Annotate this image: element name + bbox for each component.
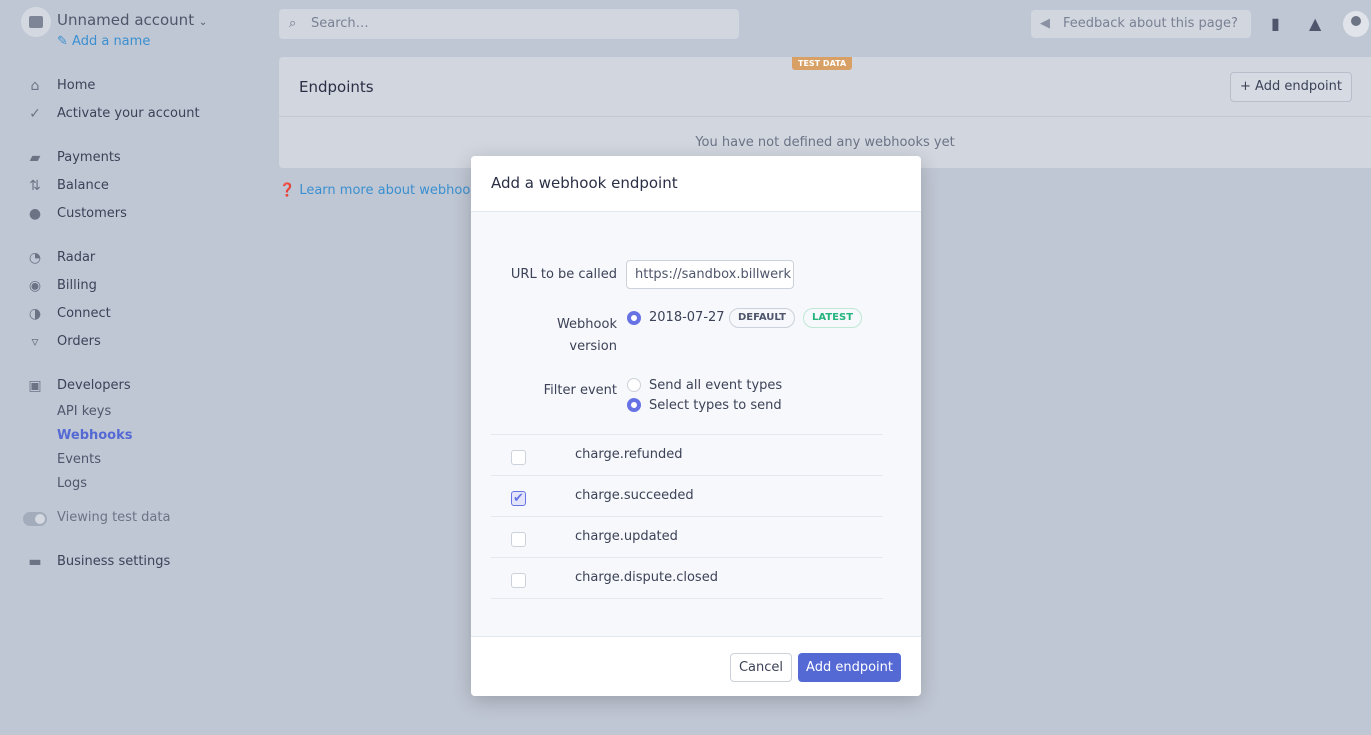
- viewing-test-label: Viewing test data: [57, 510, 171, 525]
- customers-icon: ●: [28, 205, 42, 222]
- version-label: Webhook version: [556, 317, 617, 354]
- modal-footer: Cancel Add endpoint: [471, 636, 921, 696]
- endpoints-panel: Endpoints TEST DATA + Add endpoint You h…: [279, 57, 1371, 168]
- event-row[interactable]: charge.refunded: [491, 435, 883, 476]
- nav-activate[interactable]: ✓ Activate your account: [27, 105, 199, 122]
- nav-billing[interactable]: ◉ Billing: [27, 278, 97, 293]
- nav-connect[interactable]: ◑ Connect: [27, 306, 111, 321]
- balance-icon: ⇅: [29, 177, 41, 194]
- nav-home[interactable]: ⌂ Home: [27, 77, 96, 94]
- divider: [279, 116, 1371, 117]
- version-value: 2018-07-27: [649, 310, 725, 325]
- add-endpoint-button[interactable]: + Add endpoint: [1230, 72, 1352, 102]
- bell-icon[interactable]: ▲: [1309, 14, 1321, 33]
- event-checkbox[interactable]: [511, 573, 526, 588]
- latest-pill: LATEST: [803, 308, 863, 328]
- url-input[interactable]: https://sandbox.billwerk: [626, 260, 794, 289]
- test-data-toggle[interactable]: [23, 512, 47, 526]
- docs-icon[interactable]: ▮: [1271, 14, 1280, 33]
- default-pill: DEFAULT: [729, 308, 795, 328]
- event-checkbox[interactable]: [511, 450, 526, 465]
- nav-api-keys[interactable]: API keys: [57, 404, 111, 419]
- test-data-badge: TEST DATA: [792, 57, 853, 70]
- nav-balance[interactable]: ⇅ Balance: [27, 178, 109, 193]
- plus-icon: +: [1240, 79, 1251, 94]
- megaphone-icon: ◀: [1040, 16, 1050, 31]
- add-name-link[interactable]: ✎ Add a name: [57, 34, 150, 49]
- check-icon: ✓: [29, 105, 41, 122]
- nav-orders[interactable]: ▿ Orders: [27, 333, 100, 350]
- select-types-label[interactable]: Select types to send: [649, 398, 782, 413]
- event-row[interactable]: charge.updated: [491, 517, 883, 558]
- search-input[interactable]: ⌕ Search…: [279, 9, 739, 39]
- select-types-radio[interactable]: [627, 398, 641, 412]
- orders-icon: ▿: [31, 333, 39, 350]
- url-label: URL to be called: [510, 267, 617, 282]
- user-avatar[interactable]: [1343, 11, 1369, 37]
- event-list: charge.refunded ✔ charge.succeeded charge…: [491, 426, 901, 606]
- filter-label: Filter event: [543, 383, 617, 398]
- nav-events[interactable]: Events: [57, 452, 101, 467]
- payments-icon: ▰: [29, 149, 41, 166]
- modal-title: Add a webhook endpoint: [471, 156, 921, 212]
- store-icon: ▬: [28, 553, 42, 570]
- event-row[interactable]: ✔ charge.succeeded: [491, 476, 883, 517]
- feedback-button[interactable]: ◀ Feedback about this page?: [1031, 10, 1251, 38]
- page-title: Endpoints: [299, 78, 374, 96]
- check-icon: ✔: [513, 491, 524, 506]
- event-checkbox[interactable]: [511, 532, 526, 547]
- nav-radar[interactable]: ◔ Radar: [27, 250, 95, 265]
- pencil-icon: ✎: [57, 34, 68, 49]
- event-row[interactable]: [491, 426, 883, 435]
- nav-developers[interactable]: ▣ Developers: [27, 377, 130, 394]
- learn-more-link[interactable]: ❓ Learn more about webhooks: [279, 183, 485, 198]
- connect-icon: ◑: [28, 305, 42, 322]
- account-switcher[interactable]: Unnamed account ⌄: [57, 11, 207, 29]
- sidebar: Unnamed account ⌄ ✎ Add a name ⌂ Home ✓ Ac…: [0, 0, 260, 735]
- event-row[interactable]: charge.dispute.closed: [491, 558, 883, 599]
- send-all-label[interactable]: Send all event types: [649, 378, 782, 393]
- nav-customers[interactable]: ● Customers: [27, 206, 127, 221]
- add-webhook-modal: Add a webhook endpoint URL to be called …: [471, 156, 921, 696]
- event-checkbox-checked[interactable]: ✔: [511, 491, 526, 506]
- nav-logs[interactable]: Logs: [57, 476, 87, 491]
- terminal-icon: ▣: [28, 377, 42, 394]
- chevron-down-icon: ⌄: [198, 17, 208, 28]
- billing-icon: ◉: [28, 277, 42, 294]
- nav-payments[interactable]: ▰ Payments: [27, 150, 121, 165]
- search-icon: ⌕: [289, 16, 297, 31]
- home-icon: ⌂: [30, 77, 40, 94]
- send-all-radio[interactable]: [627, 378, 641, 392]
- help-icon: ❓: [279, 183, 296, 198]
- version-radio[interactable]: [627, 311, 641, 325]
- nav-business-settings[interactable]: ▬ Business settings: [27, 554, 170, 569]
- empty-state: You have not defined any webhooks yet: [695, 135, 955, 150]
- radar-icon: ◔: [28, 249, 42, 266]
- cancel-button[interactable]: Cancel: [729, 653, 792, 682]
- nav-webhooks[interactable]: Webhooks: [57, 428, 133, 443]
- submit-add-endpoint-button[interactable]: Add endpoint: [798, 653, 901, 682]
- account-avatar[interactable]: [21, 7, 51, 37]
